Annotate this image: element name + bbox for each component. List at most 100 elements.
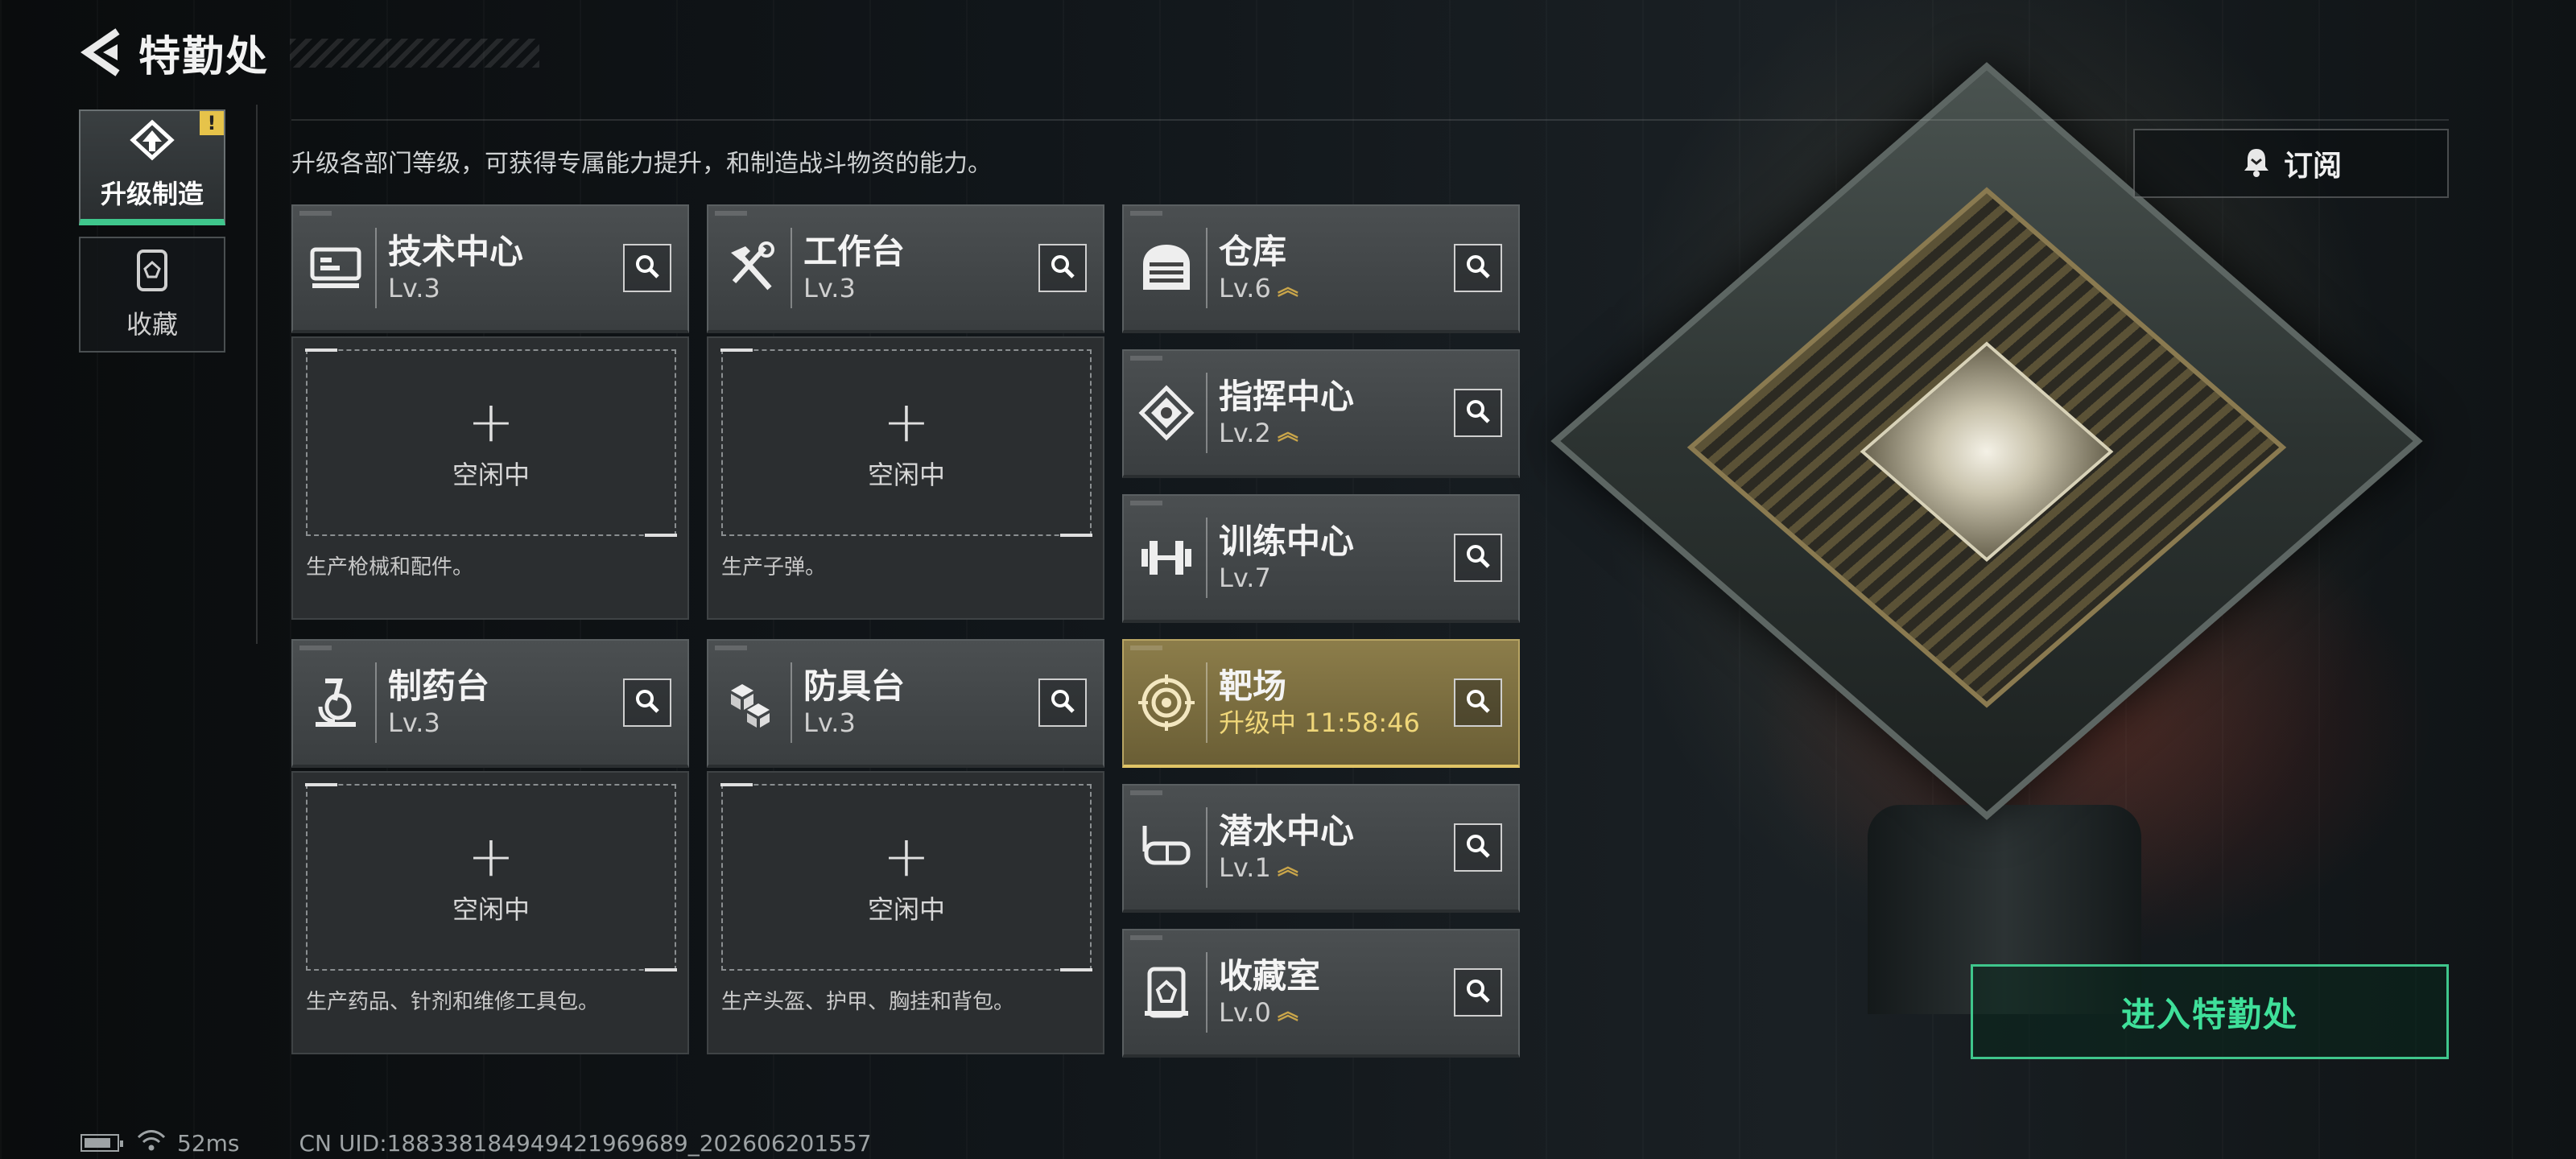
enter-button-label: 进入特勤处	[2120, 994, 2298, 1034]
side-nav-collection[interactable]: 收藏	[79, 237, 225, 353]
facility-level: Lv.3	[388, 273, 440, 303]
facility-level: Lv.7	[1219, 563, 1271, 593]
plus-icon: +	[882, 823, 931, 889]
battery-icon	[80, 1134, 123, 1152]
upgradable-arrows-icon: ︽	[1277, 421, 1298, 445]
page-title: 特勤处	[138, 32, 270, 81]
slot-status: 空闲中	[452, 460, 530, 490]
inspect-button[interactable]	[1454, 823, 1502, 872]
facility-name: 制药台	[388, 666, 490, 706]
facility-card-workbench[interactable]: 工作台 Lv.3	[707, 204, 1104, 333]
production-slot[interactable]: + 空闲中	[720, 783, 1092, 971]
inspect-button[interactable]	[1454, 968, 1502, 1017]
cube-inner	[1686, 187, 2287, 708]
production-panel-pharmacy: + 空闲中 生产药品、针剂和维修工具包。	[291, 771, 689, 1054]
magnifier-icon	[1049, 687, 1076, 718]
production-panel-workbench: + 空闲中 生产子弹。	[707, 336, 1104, 620]
subscribe-button[interactable]: 订阅	[2133, 129, 2449, 198]
facility-card-shooting-range[interactable]: 靶场 升级中 11:58:46	[1122, 639, 1520, 768]
magnifier-icon	[1464, 253, 1492, 283]
facility-card-training-center[interactable]: 训练中心 Lv.7	[1122, 494, 1520, 623]
plus-icon: +	[467, 823, 515, 889]
card-tag	[1130, 356, 1162, 361]
target-icon	[1132, 641, 1201, 765]
facility-card-tech-center[interactable]: 技术中心 Lv.3	[291, 204, 689, 333]
card-separator	[1206, 373, 1208, 453]
user-uid: CN UID:188338184949421969689_20260620155…	[299, 1129, 872, 1157]
armor-blocks-icon	[716, 641, 786, 765]
slot-description: 生产头盔、护甲、胸挂和背包。	[721, 990, 1015, 1014]
production-slot[interactable]: + 空闲中	[305, 349, 677, 537]
status-footer: 52ms CN UID:188338184949421969689_202606…	[80, 1128, 872, 1157]
facility-level: Lv.6	[1219, 273, 1271, 303]
side-nav-label: 升级制造	[100, 179, 204, 209]
card-separator	[375, 662, 377, 743]
facility-level: Lv.3	[803, 273, 856, 303]
card-tag	[1130, 935, 1162, 940]
facility-name: 靶场	[1219, 666, 1287, 706]
production-slot[interactable]: + 空闲中	[720, 349, 1092, 537]
enter-special-ops-button[interactable]: 进入特勤处	[1971, 964, 2449, 1059]
facility-card-diving-center[interactable]: 潜水中心 Lv.1 ︽	[1122, 784, 1520, 913]
inspect-button[interactable]	[1038, 244, 1087, 292]
dumbbell-icon	[1132, 496, 1201, 620]
facility-name: 工作台	[803, 232, 906, 271]
magnifier-icon	[634, 253, 661, 283]
magnifier-icon	[634, 687, 661, 718]
card-separator	[375, 228, 377, 308]
facility-level: Lv.3	[803, 707, 856, 738]
upgradable-arrows-icon: ︽	[1277, 1000, 1298, 1025]
diving-mask-icon	[1132, 786, 1201, 909]
slot-status: 空闲中	[867, 460, 945, 490]
card-separator	[1206, 952, 1208, 1033]
facility-name: 训练中心	[1219, 522, 1355, 561]
subscribe-label: 订阅	[2283, 150, 2342, 183]
card-tag	[1130, 211, 1162, 216]
upgrade-craft-icon	[128, 119, 176, 166]
page-description: 升级各部门等级，可获得专属能力提升，和制造战斗物资的能力。	[291, 150, 992, 178]
upgrade-timer: 升级中 11:58:46	[1219, 707, 1420, 738]
inspect-button[interactable]	[623, 244, 671, 292]
inspect-button[interactable]	[1454, 534, 1502, 582]
side-nav: ! 升级制造 收藏	[79, 109, 225, 364]
page-header: 特勤处	[77, 24, 270, 81]
slot-description: 生产枪械和配件。	[306, 555, 474, 580]
facility-name: 仓库	[1219, 232, 1287, 271]
facility-level: Lv.2	[1219, 418, 1271, 448]
facility-card-pharmacy[interactable]: 制药台 Lv.3	[291, 639, 689, 768]
card-tag	[1130, 790, 1162, 795]
facility-card-armor-bench[interactable]: 防具台 Lv.3	[707, 639, 1104, 768]
special-ops-cube-illustration	[1550, 62, 2496, 1014]
facility-level: Lv.0	[1219, 997, 1271, 1028]
inspect-button[interactable]	[1454, 244, 1502, 292]
production-slot[interactable]: + 空闲中	[305, 783, 677, 971]
back-arrow-icon[interactable]	[77, 28, 126, 76]
cube-core	[1860, 341, 2114, 562]
card-tag	[1130, 645, 1162, 650]
production-panel-armor-bench: + 空闲中 生产头盔、护甲、胸挂和背包。	[707, 771, 1104, 1054]
divider	[256, 105, 258, 644]
side-nav-upgrade-craft[interactable]: ! 升级制造	[79, 109, 225, 225]
bell-icon	[2240, 146, 2273, 181]
card-tag	[299, 211, 332, 216]
inspect-button[interactable]	[1454, 389, 1502, 437]
inspect-button[interactable]	[623, 678, 671, 727]
facility-card-command-center[interactable]: 指挥中心 Lv.2 ︽	[1122, 349, 1520, 478]
magnifier-icon	[1464, 687, 1492, 718]
collection-room-icon	[1132, 930, 1201, 1054]
warning-badge: !	[200, 111, 224, 135]
wifi-icon	[137, 1129, 166, 1157]
facility-card-collection-room[interactable]: 收藏室 Lv.0 ︽	[1122, 929, 1520, 1058]
divider	[291, 119, 2449, 121]
card-separator	[791, 228, 792, 308]
facility-name: 指挥中心	[1219, 377, 1355, 416]
hammer-wrench-icon	[716, 206, 786, 330]
command-center-icon	[1132, 351, 1201, 475]
facility-card-warehouse[interactable]: 仓库 Lv.6 ︽	[1122, 204, 1520, 333]
inspect-button[interactable]	[1038, 678, 1087, 727]
facility-name: 潜水中心	[1219, 811, 1355, 851]
side-nav-label: 收藏	[126, 309, 178, 340]
inspect-button[interactable]	[1454, 678, 1502, 727]
upgradable-arrows-icon: ︽	[1277, 856, 1298, 880]
facility-level: Lv.1	[1219, 852, 1271, 883]
